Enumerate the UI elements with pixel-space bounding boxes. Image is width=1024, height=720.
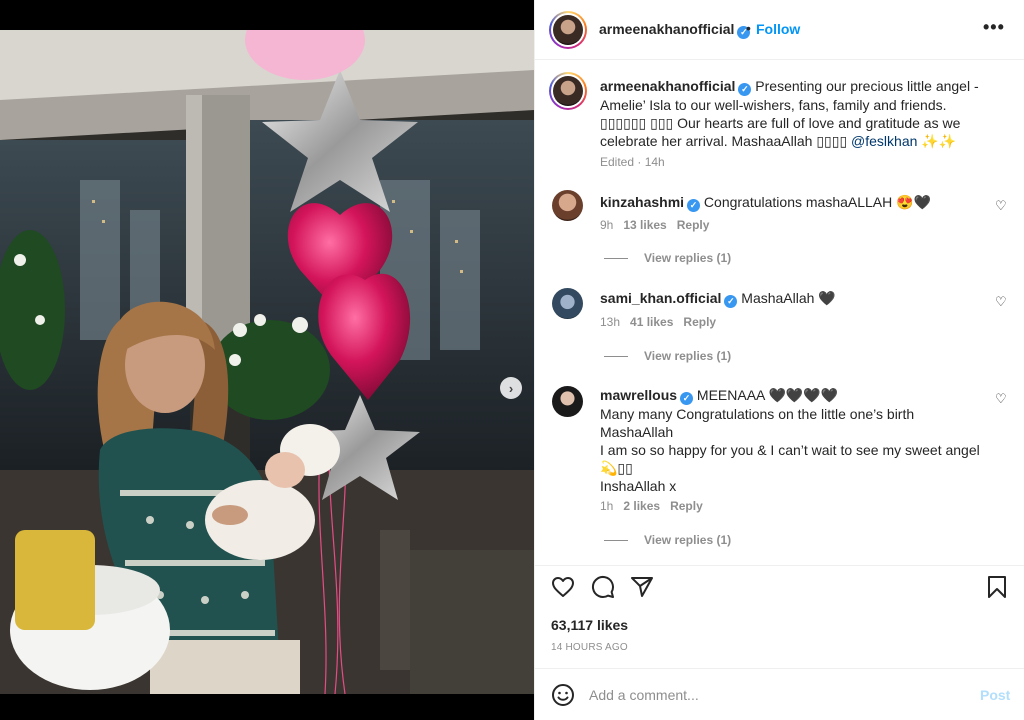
comment-likes[interactable]: 41 likes bbox=[630, 315, 673, 329]
likes-count[interactable]: 63,117 likes bbox=[551, 617, 628, 633]
comment-time: 9h bbox=[600, 218, 614, 232]
comment-meta: 1h 2 likes Reply bbox=[600, 499, 703, 513]
view-replies-label[interactable]: View replies (1) bbox=[644, 349, 731, 363]
post-side-panel: armeenakhanofficial ✓ • Follow ••• armeen… bbox=[534, 0, 1024, 720]
comment-text: sami_khan.official ✓ MashaAllah 🖤 bbox=[600, 289, 995, 308]
comment-item: mawrellous ✓ MEENAAA 🖤🖤🖤🖤 Many many Congr… bbox=[535, 374, 1024, 564]
view-replies-button[interactable]: View replies (1) bbox=[604, 251, 731, 265]
post-caption: armeenakhanofficial ✓ Presenting our prec… bbox=[535, 60, 1024, 180]
reply-button[interactable]: Reply bbox=[683, 315, 716, 329]
comment-body: MashaAllah 🖤 bbox=[741, 290, 836, 306]
comment-likes[interactable]: 13 likes bbox=[623, 218, 666, 232]
caption-edited-time: Edited · 14h bbox=[600, 155, 665, 169]
comment-body: Congratulations mashaALLAH 😍🖤 bbox=[703, 194, 932, 210]
post-header: armeenakhanofficial ✓ • Follow ••• bbox=[535, 0, 1024, 60]
post-timestamp: 14 HOURS AGO bbox=[551, 642, 628, 653]
next-photo-button[interactable]: › bbox=[500, 377, 522, 399]
caption-emoji: ✨✨ bbox=[921, 132, 957, 149]
mention-link[interactable]: @feslkhan bbox=[851, 133, 917, 149]
comment-text: kinzahashmi ✓ Congratulations mashaALLAH … bbox=[600, 193, 995, 212]
caption-text: armeenakhanofficial ✓ Presenting our prec… bbox=[600, 77, 995, 150]
view-replies-button[interactable]: View replies (1) bbox=[604, 533, 731, 547]
separator-dot: • bbox=[746, 20, 751, 36]
verified-badge-icon: ✓ bbox=[738, 82, 752, 96]
add-comment-bar: Post bbox=[535, 668, 1024, 720]
comment-item: sami_khan.official ✓ MashaAllah 🖤 ♡ 13h 4… bbox=[535, 278, 1024, 374]
comment-body-line: I am so so happy for you & I can’t wait … bbox=[600, 441, 980, 458]
caption-username[interactable]: armeenakhanofficial bbox=[600, 78, 735, 94]
replies-divider bbox=[604, 257, 628, 259]
smiley-icon[interactable] bbox=[551, 683, 575, 707]
replies-divider bbox=[604, 355, 628, 357]
comment-body-line: InshaAllah x bbox=[600, 477, 677, 494]
avatar[interactable] bbox=[552, 386, 583, 417]
follow-button[interactable]: Follow bbox=[756, 21, 800, 37]
heart-outline-icon[interactable] bbox=[551, 575, 575, 599]
comment-meta: 13h 41 likes Reply bbox=[600, 315, 716, 329]
like-comment-heart-icon[interactable]: ♡ bbox=[995, 294, 1007, 310]
comment-likes[interactable]: 2 likes bbox=[623, 499, 660, 513]
post-actions: 63,117 likes 14 HOURS AGO bbox=[535, 565, 1024, 668]
comment-body-line: 💫▯▯ bbox=[600, 459, 633, 476]
post-comment-button[interactable]: Post bbox=[980, 687, 1010, 703]
like-comment-heart-icon[interactable]: ♡ bbox=[995, 391, 1007, 407]
speech-bubble-icon[interactable] bbox=[591, 575, 615, 599]
replies-divider bbox=[604, 539, 628, 541]
view-replies-button[interactable]: View replies (1) bbox=[604, 349, 731, 363]
author-avatar[interactable] bbox=[549, 11, 587, 49]
caption-avatar[interactable] bbox=[549, 72, 587, 110]
comment-input[interactable] bbox=[589, 685, 969, 705]
paper-plane-icon[interactable] bbox=[630, 575, 654, 599]
avatar[interactable] bbox=[552, 288, 583, 319]
comment-username[interactable]: sami_khan.official bbox=[600, 290, 721, 306]
comment-time: 13h bbox=[600, 315, 621, 329]
comment-username[interactable]: kinzahashmi bbox=[600, 194, 684, 210]
photo-illustration bbox=[0, 30, 534, 694]
avatar[interactable] bbox=[552, 190, 583, 221]
comment-username[interactable]: mawrellous bbox=[600, 387, 677, 403]
comment-time: 1h bbox=[600, 499, 614, 513]
view-replies-label[interactable]: View replies (1) bbox=[644, 533, 731, 547]
comment-item: kinzahashmi ✓ Congratulations mashaALLAH … bbox=[535, 180, 1024, 278]
view-replies-label[interactable]: View replies (1) bbox=[644, 251, 731, 265]
comment-meta: 9h 13 likes Reply bbox=[600, 218, 709, 232]
reply-button[interactable]: Reply bbox=[677, 218, 710, 232]
comment-body-line: Many many Congratulations on the little … bbox=[600, 405, 915, 422]
author-username-text[interactable]: armeenakhanofficial bbox=[599, 21, 734, 37]
bookmark-icon[interactable] bbox=[985, 575, 1009, 599]
comment-body-line: MashaAllah bbox=[600, 423, 674, 440]
verified-badge-icon: ✓ bbox=[687, 198, 701, 212]
post-photo[interactable]: › bbox=[0, 30, 534, 694]
verified-badge-icon: ✓ bbox=[724, 294, 738, 308]
author-username[interactable]: armeenakhanofficial ✓ bbox=[599, 21, 751, 39]
more-options-icon[interactable]: ••• bbox=[983, 17, 1005, 38]
comment-text: mawrellous ✓ MEENAAA 🖤🖤🖤🖤 Many many Congr… bbox=[600, 386, 995, 495]
like-comment-heart-icon[interactable]: ♡ bbox=[995, 198, 1007, 214]
reply-button[interactable]: Reply bbox=[670, 499, 703, 513]
chevron-right-icon: › bbox=[508, 380, 514, 396]
comment-body-line: MEENAAA 🖤🖤🖤🖤 bbox=[696, 387, 839, 403]
caption-meta: Edited · 14h bbox=[600, 155, 665, 169]
post-modal: › armeenakhanofficial ✓ • Follow ••• arm… bbox=[0, 0, 1024, 720]
verified-badge-icon: ✓ bbox=[680, 391, 694, 405]
comments-list[interactable]: armeenakhanofficial ✓ Presenting our prec… bbox=[535, 60, 1024, 565]
